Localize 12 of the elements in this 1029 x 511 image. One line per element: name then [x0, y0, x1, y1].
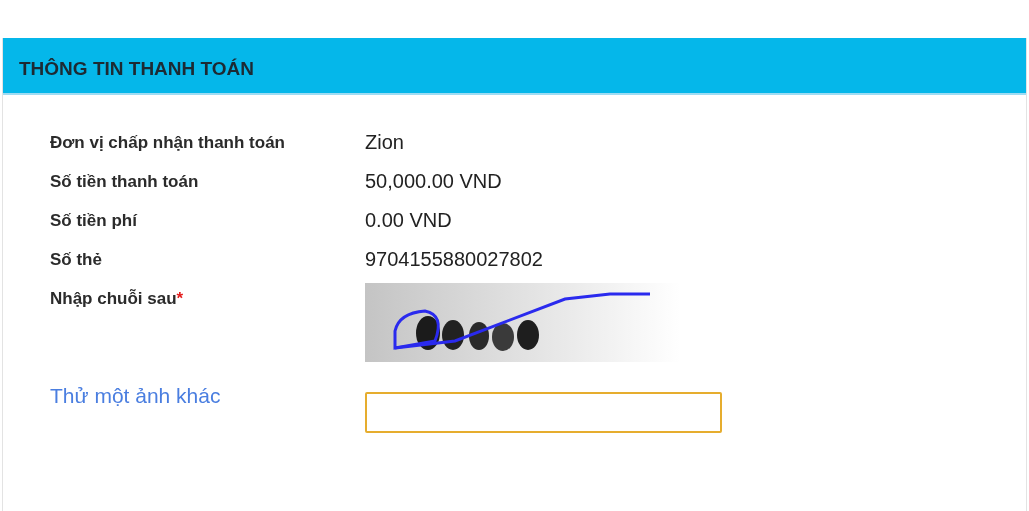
field-label: Đơn vị chấp nhận thanh toán [50, 132, 286, 154]
field-label: Số tiền phí [50, 210, 139, 232]
field-label: Số thẻ [50, 249, 103, 271]
panel-title: THÔNG TIN THANH TOÁN [19, 58, 255, 79]
captcha-input-field[interactable] [365, 392, 722, 433]
field-label: Số tiền thanh toán [50, 171, 200, 193]
field-value: Zion [365, 130, 404, 155]
field-value: 9704155880027802 [365, 247, 543, 272]
field-label: Nhập chuỗi sau* [50, 288, 185, 310]
field-value: 50,000.00 VND [365, 169, 502, 194]
field-value: 0.00 VND [365, 208, 452, 233]
refresh-link[interactable]: Thử một ảnh khác [50, 384, 221, 407]
